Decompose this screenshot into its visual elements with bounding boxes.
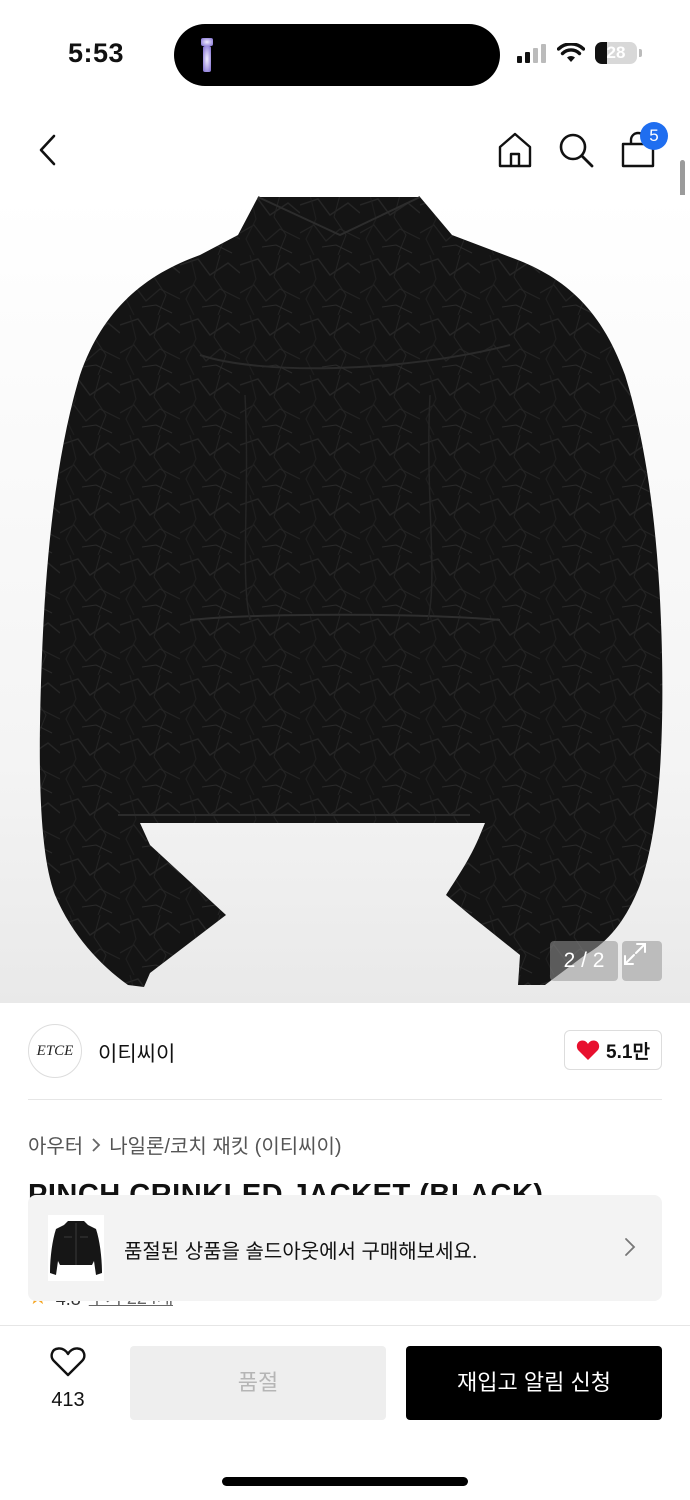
- status-time: 5:53: [68, 38, 125, 68]
- search-icon: [559, 133, 594, 168]
- restock-alert-button[interactable]: 재입고 알림 신청: [406, 1346, 662, 1420]
- wifi-icon: [557, 43, 585, 62]
- chevron-right-icon: [625, 1238, 636, 1256]
- dynamic-island: [174, 24, 500, 86]
- heart-outline-icon: [50, 1347, 86, 1377]
- expand-icon: [624, 943, 646, 965]
- soldout-product-thumbnail: [48, 1215, 104, 1281]
- home-icon: [498, 132, 532, 168]
- breadcrumb: 아우터 나일론/코치 재킷 (이티씨이): [28, 1130, 342, 1159]
- cart-count-badge: 5: [640, 122, 668, 150]
- soldout-button[interactable]: 품절: [130, 1346, 386, 1420]
- battery-level: 28: [606, 43, 626, 62]
- status-bar: 5:53 28: [0, 0, 690, 110]
- battery-icon: 28: [595, 42, 637, 64]
- image-counter: 2 / 2: [550, 941, 618, 981]
- breadcrumb-item-subcategory[interactable]: 나일론/코치 재킷 (이티씨이): [109, 1130, 341, 1159]
- top-nav: 5: [0, 120, 690, 184]
- brand-like-button[interactable]: 5.1만: [564, 1030, 662, 1070]
- wishlist-button[interactable]: 413: [40, 1346, 96, 1420]
- divider: [28, 1099, 662, 1100]
- wishlist-count: 413: [51, 1389, 85, 1411]
- expand-image-button[interactable]: [622, 941, 662, 981]
- chevron-left-icon: [39, 134, 56, 166]
- chevron-right-icon: [92, 1137, 101, 1152]
- breadcrumb-item-category[interactable]: 아우터: [28, 1130, 83, 1159]
- jacket-shape: [39, 197, 663, 987]
- brand-row[interactable]: ETCE 이티씨이 5.1만: [28, 1024, 662, 1078]
- cart-button[interactable]: 5: [616, 122, 668, 172]
- home-indicator[interactable]: [222, 1477, 468, 1486]
- back-button[interactable]: [26, 128, 70, 172]
- bottom-bar-divider: [0, 1325, 690, 1326]
- home-button[interactable]: [493, 128, 537, 172]
- product-image: [39, 196, 663, 987]
- brand-logo[interactable]: ETCE: [28, 1024, 82, 1078]
- brand-like-count: 5.1만: [606, 1041, 650, 1063]
- soldout-message: 품절된 상품을 솔드아웃에서 구매해보세요.: [124, 1241, 478, 1263]
- cellular-signal-icon: [517, 44, 546, 63]
- brand-name[interactable]: 이티씨이: [98, 1038, 175, 1068]
- product-image-gallery[interactable]: 2 / 2: [0, 195, 690, 1003]
- status-icons: 28: [517, 42, 642, 64]
- battery-nub: [639, 49, 642, 57]
- soldout-banner[interactable]: 품절된 상품을 솔드아웃에서 구매해보세요.: [28, 1195, 662, 1301]
- flashlight-icon: [201, 38, 213, 72]
- heart-filled-icon: [576, 1040, 600, 1060]
- search-button[interactable]: [554, 128, 598, 172]
